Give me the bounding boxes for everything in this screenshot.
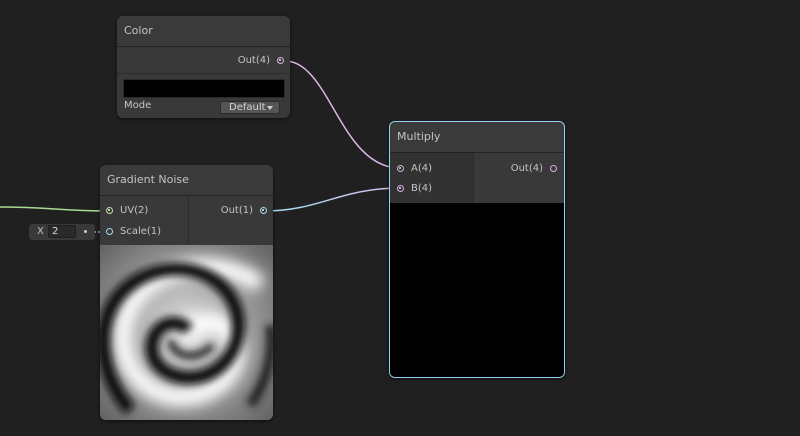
chevron-down-icon <box>267 106 273 110</box>
mode-dropdown[interactable]: Default <box>220 101 280 114</box>
scale-default-field[interactable]: X 2 <box>29 224 95 240</box>
noise-output-label: Out(1) <box>220 205 253 216</box>
multiply-title[interactable]: Multiply <box>390 122 564 153</box>
color-swatch[interactable] <box>123 79 285 98</box>
wire-color-to-multiply-a[interactable] <box>284 60 401 169</box>
scale-field-axis-label: X <box>37 226 44 237</box>
gradient-noise-node[interactable]: Gradient Noise UV(2) Scale(1) Out(1) <box>100 165 273 420</box>
multiply-input-b-port[interactable]: B(4) <box>390 181 473 197</box>
uv-input-dot[interactable] <box>106 207 113 214</box>
wire-uv-input[interactable] <box>0 206 110 212</box>
scale-field-connector-dot <box>84 230 87 233</box>
gradient-noise-preview <box>100 245 273 420</box>
color-output-port[interactable]: Out(4) <box>117 53 290 69</box>
swirl-noise-preview-icon <box>100 245 273 420</box>
multiply-output-port[interactable]: Out(4) <box>474 161 564 177</box>
multiply-output-dot[interactable] <box>550 165 557 172</box>
scale-value-text: 2 <box>52 226 59 237</box>
multiply-preview <box>390 203 564 377</box>
mode-dropdown-value: Default <box>229 102 266 113</box>
color-node-body-divider <box>117 73 290 74</box>
color-node[interactable]: Color Out(4) Mode Default <box>117 16 290 118</box>
gradient-noise-ports-area: UV(2) Scale(1) Out(1) <box>100 196 273 245</box>
multiply-input-b-dot[interactable] <box>397 185 404 192</box>
multiply-input-a-label: A(4) <box>411 163 433 174</box>
color-output-label: Out(4) <box>237 55 270 66</box>
multiply-input-a-dot[interactable] <box>397 165 404 172</box>
multiply-input-a-port[interactable]: A(4) <box>390 161 473 177</box>
gradient-noise-title[interactable]: Gradient Noise <box>100 165 273 196</box>
wire-noise-to-multiply-b[interactable] <box>263 187 401 212</box>
scale-input-dot[interactable] <box>106 228 113 235</box>
noise-output-port[interactable]: Out(1) <box>189 203 273 219</box>
multiply-node[interactable]: Multiply A(4) B(4) Out(4) <box>389 121 565 378</box>
scale-input-port[interactable]: Scale(1) <box>100 224 188 240</box>
scale-value-input[interactable]: 2 <box>48 225 76 238</box>
multiply-output-label: Out(4) <box>510 163 543 174</box>
scale-input-label: Scale(1) <box>120 226 162 237</box>
multiply-ports-area: A(4) B(4) Out(4) <box>390 153 564 203</box>
multiply-input-b-label: B(4) <box>411 183 433 194</box>
color-node-title[interactable]: Color <box>117 16 290 47</box>
uv-input-port[interactable]: UV(2) <box>100 203 188 219</box>
noise-output-dot[interactable] <box>260 207 267 214</box>
mode-label: Mode <box>124 100 152 111</box>
color-output-dot[interactable] <box>277 57 284 64</box>
uv-input-label: UV(2) <box>120 205 149 216</box>
